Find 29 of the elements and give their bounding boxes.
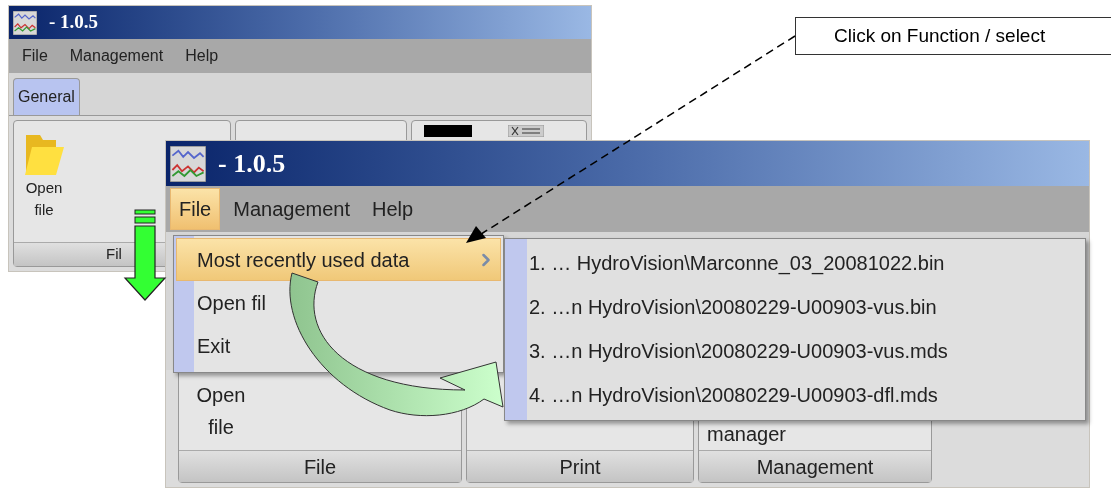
menu-item[interactable]: File bbox=[13, 41, 57, 71]
menu-item[interactable]: Management bbox=[60, 41, 173, 71]
menu-item[interactable]: Help bbox=[176, 41, 228, 71]
menu-item[interactable]: 2. …n HydroVision\20080229-U00903-vus.bin bbox=[507, 285, 1085, 329]
window-title: - 1.0.5 bbox=[218, 148, 286, 180]
callout-text: Click on Function / select bbox=[834, 23, 1046, 48]
group-label: Fil bbox=[106, 244, 122, 264]
menu-item[interactable]: 3. …n HydroVision\20080229-U00903-vus.mds bbox=[507, 329, 1085, 373]
manager-button[interactable]: manager bbox=[707, 422, 786, 446]
group-label: Print bbox=[559, 454, 601, 480]
formula-icon bbox=[508, 125, 544, 137]
menu-item[interactable]: Most recently used data bbox=[176, 238, 501, 281]
tab[interactable]: General bbox=[13, 78, 80, 115]
open-file-button[interactable]: Open file bbox=[22, 133, 66, 221]
menu-item[interactable]: Management bbox=[224, 188, 359, 230]
menu-item[interactable]: Help bbox=[363, 188, 423, 230]
menu-item[interactable]: 4. …n HydroVision\20080229-U00903-dfl.mds bbox=[507, 373, 1085, 417]
menu-item[interactable]: Open fil bbox=[176, 281, 501, 324]
chart-icon bbox=[13, 10, 37, 35]
menu-item[interactable]: File bbox=[170, 188, 221, 230]
chart-icon bbox=[170, 145, 206, 182]
rectangle-icon bbox=[424, 125, 472, 137]
group-label: File bbox=[303, 454, 337, 480]
folder-icon bbox=[24, 133, 64, 177]
group-label: Management bbox=[756, 454, 874, 480]
open-file-button[interactable]: Open file bbox=[191, 379, 251, 443]
menu-item[interactable]: 1. … HydroVision\Marconne_03_20081022.bin bbox=[507, 241, 1085, 285]
menu-item[interactable]: Exit bbox=[176, 324, 501, 367]
window-title: - 1.0.5 bbox=[49, 10, 99, 35]
